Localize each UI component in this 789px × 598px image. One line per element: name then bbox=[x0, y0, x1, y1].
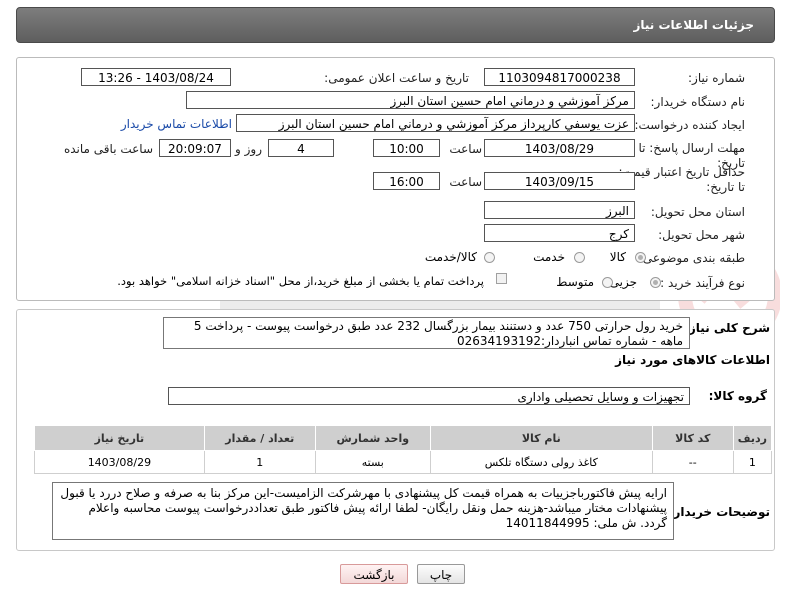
need-number-label: شماره نیاز: bbox=[688, 71, 745, 85]
print-button[interactable]: چاپ bbox=[417, 564, 465, 584]
goods-table: ردیف کد کالا نام کالا واحد شمارش تعداد /… bbox=[34, 425, 773, 474]
purchase-option-medium: متوسط bbox=[556, 275, 594, 289]
summary-text: خرید رول حرارتی 750 عدد و دستنند بیمار ب… bbox=[163, 317, 690, 349]
category-radio-service[interactable] bbox=[574, 252, 585, 263]
buyer-org-field: مرکز آموزشي و درماني امام حسين استان الب… bbox=[186, 91, 635, 109]
purchase-radio-minor[interactable] bbox=[650, 277, 661, 288]
deadline-time-field: 10:00 bbox=[373, 139, 440, 157]
back-button[interactable]: بازگشت bbox=[340, 564, 408, 584]
province-label: استان محل تحویل: bbox=[650, 205, 745, 219]
goods-group-field: تجهیزات و وسایل تحصیلی واداری bbox=[168, 387, 690, 405]
col-code: کد کالا bbox=[651, 425, 734, 451]
days-remaining-field: 4 bbox=[268, 139, 334, 157]
table-row: 1 -- کاغذ رولی دستگاه تلکس بسته 1 1403/0… bbox=[34, 450, 773, 474]
treasury-payment-note: پرداخت تمام یا بخشی از مبلغ خرید،از محل … bbox=[117, 274, 484, 288]
category-option-goods: کالا bbox=[609, 250, 626, 264]
cell-date: 1403/08/29 bbox=[34, 450, 205, 474]
col-qty: تعداد / مقدار bbox=[203, 425, 316, 451]
validity-date-field: 1403/09/15 bbox=[484, 172, 635, 190]
purchase-type-label: نوع فرآیند خرید : bbox=[660, 276, 745, 290]
deadline-time-label: ساعت bbox=[449, 142, 482, 156]
cell-qty: 1 bbox=[203, 450, 316, 474]
category-option-service: خدمت bbox=[533, 250, 565, 264]
cell-code: -- bbox=[651, 450, 734, 474]
purchase-option-minor: جزیی bbox=[609, 275, 637, 289]
page-title: جزئیات اطلاعات نیاز bbox=[633, 18, 754, 32]
col-date: تاریخ نیاز bbox=[34, 425, 205, 451]
category-option-goods-service: کالا/خدمت bbox=[424, 250, 477, 264]
goods-section-title: اطلاعات کالاهای مورد نیاز bbox=[615, 353, 770, 367]
cell-name: کاغذ رولی دستگاه تلکس bbox=[429, 450, 653, 474]
buyer-contact-link[interactable]: اطلاعات تماس خریدار bbox=[121, 117, 232, 131]
remaining-time-label: ساعت باقی مانده bbox=[63, 142, 153, 156]
page-header: جزئیات اطلاعات نیاز bbox=[16, 7, 775, 43]
announce-label: تاریخ و ساعت اعلان عمومی: bbox=[324, 71, 469, 85]
buyer-notes-text: ارایه پیش فاکتورباجزییات به همراه قیمت ک… bbox=[52, 482, 674, 540]
days-and-label: روز و bbox=[235, 142, 262, 156]
col-unit: واحد شمارش bbox=[314, 425, 431, 451]
treasury-payment-checkbox[interactable] bbox=[496, 273, 507, 284]
validity-time-label: ساعت bbox=[449, 175, 482, 189]
category-radio-goods-service[interactable] bbox=[484, 252, 495, 263]
col-index: ردیف bbox=[732, 425, 773, 451]
summary-label: شرح کلی نیاز: bbox=[684, 321, 770, 335]
province-field: البرز bbox=[484, 201, 635, 219]
creator-field: عزت يوسفي کارپرداز مرکز آموزشي و درماني … bbox=[236, 114, 635, 132]
buyer-notes-label: توضیحات خریدار: bbox=[668, 505, 770, 519]
city-label: شهر محل تحویل: bbox=[658, 228, 745, 242]
goods-table-header: ردیف کد کالا نام کالا واحد شمارش تعداد /… bbox=[34, 425, 773, 451]
need-number-field: 1103094817000238 bbox=[484, 68, 635, 86]
cell-unit: بسته bbox=[314, 450, 431, 474]
category-radio-goods[interactable] bbox=[635, 252, 646, 263]
goods-group-label: گروه کالا: bbox=[708, 389, 767, 403]
buyer-org-label: نام دستگاه خریدار: bbox=[650, 95, 746, 109]
cell-index: 1 bbox=[732, 450, 773, 474]
category-label: طبقه بندی موضوعی: bbox=[638, 251, 745, 265]
creator-label: ایجاد کننده درخواست: bbox=[634, 118, 745, 132]
col-name: نام کالا bbox=[429, 425, 653, 451]
city-field: کرج bbox=[484, 224, 635, 242]
deadline-date-field: 1403/08/29 bbox=[484, 139, 635, 157]
remaining-time-field: 20:09:07 bbox=[159, 139, 231, 157]
validity-time-field: 16:00 bbox=[373, 172, 440, 190]
announce-datetime-field: 1403/08/24 - 13:26 bbox=[81, 68, 231, 86]
purchase-radio-medium[interactable] bbox=[602, 277, 613, 288]
